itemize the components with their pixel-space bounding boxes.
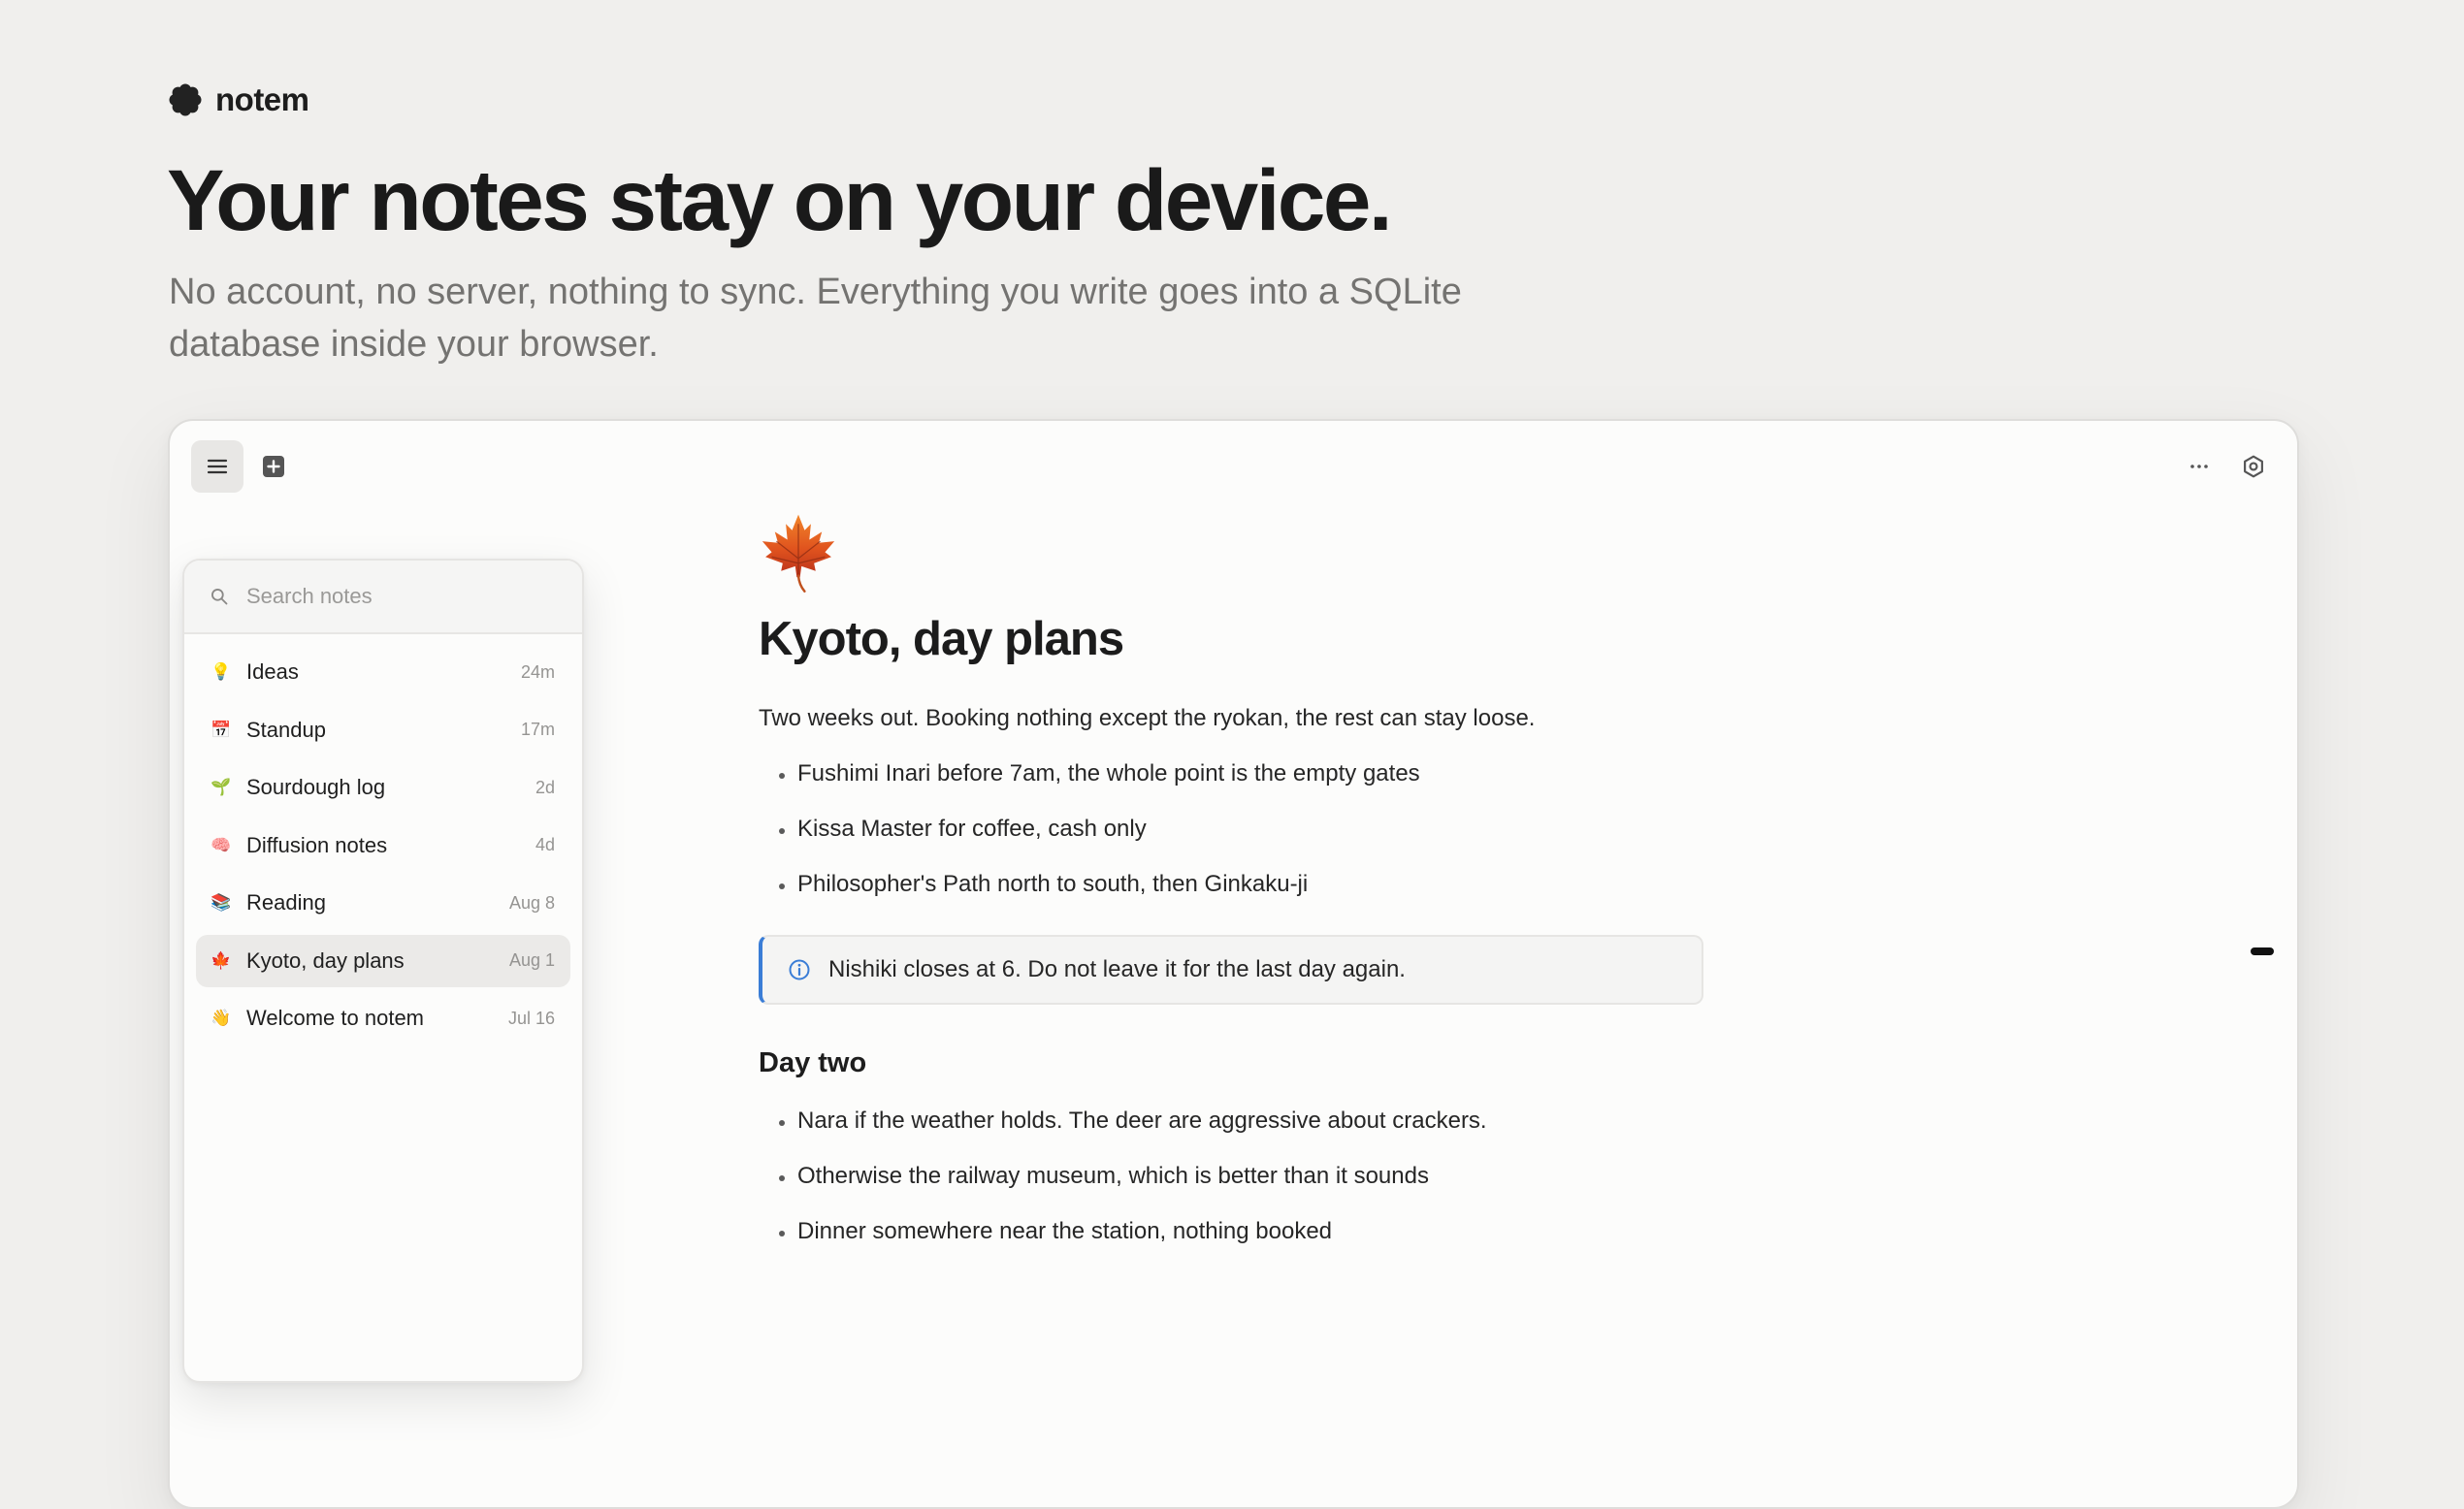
- calendar-icon: 📅: [211, 720, 232, 740]
- note-time: 2d: [535, 777, 555, 797]
- search-bar: [184, 561, 582, 634]
- hero-subtitle: No account, no server, nothing to sync. …: [169, 272, 1462, 365]
- info-callout[interactable]: Nishiki closes at 6. Do not leave it for…: [759, 935, 1703, 1005]
- flower-logo-icon: [169, 83, 202, 116]
- list-item[interactable]: Nara if the weather holds. The deer are …: [759, 1093, 1874, 1148]
- books-icon: 📚: [211, 893, 232, 913]
- note-paragraph[interactable]: Two weeks out. Booking nothing except th…: [759, 705, 1874, 732]
- brand-name: notem: [215, 81, 309, 117]
- note-list: 💡 Ideas 24m 📅 Standup 17m 🌱 Sourdough lo…: [184, 634, 582, 1044]
- info-icon: [789, 959, 810, 980]
- notes-sidebar: 💡 Ideas 24m 📅 Standup 17m 🌱 Sourdough lo…: [182, 559, 584, 1383]
- list-item[interactable]: Philosopher's Path north to south, then …: [759, 856, 1874, 912]
- scroll-indicator[interactable]: [2251, 947, 2274, 955]
- list-item[interactable]: Otherwise the railway museum, which is b…: [759, 1148, 1874, 1204]
- note-title-heading[interactable]: Kyoto, day plans: [759, 612, 1874, 666]
- brand: notem: [169, 81, 309, 118]
- callout-text: Nishiki closes at 6. Do not leave it for…: [828, 956, 1406, 982]
- lightbulb-icon: 💡: [211, 662, 232, 682]
- bullet-list: Fushimi Inari before 7am, the whole poin…: [759, 746, 1874, 912]
- new-note-button[interactable]: [249, 442, 298, 491]
- note-editor[interactable]: Kyoto, day plans Two weeks out. Booking …: [759, 513, 1874, 1259]
- menu-button[interactable]: [191, 440, 243, 493]
- note-time: 4d: [535, 835, 555, 854]
- list-item[interactable]: Kissa Master for coffee, cash only: [759, 801, 1874, 856]
- more-horizontal-icon: [2190, 465, 2208, 468]
- note-title: Standup: [246, 717, 326, 742]
- more-options-button[interactable]: [2175, 442, 2223, 491]
- note-item-reading[interactable]: 📚 Reading Aug 8: [196, 877, 570, 929]
- menu-icon: [207, 459, 228, 474]
- note-item-ideas[interactable]: 💡 Ideas 24m: [196, 646, 570, 698]
- list-item[interactable]: Dinner somewhere near the station, nothi…: [759, 1204, 1874, 1259]
- bullet-list: Nara if the weather holds. The deer are …: [759, 1093, 1874, 1259]
- gear-icon: [2244, 455, 2263, 478]
- note-item-sourdough-log[interactable]: 🌱 Sourdough log 2d: [196, 761, 570, 814]
- note-time: 17m: [520, 720, 555, 739]
- search-icon: [211, 589, 228, 605]
- note-item-diffusion-notes[interactable]: 🧠 Diffusion notes 4d: [196, 819, 570, 872]
- note-item-welcome-to-notem[interactable]: 👋 Welcome to notem Jul 16: [196, 992, 570, 1044]
- maple-leaf-icon: 🍁: [211, 950, 232, 971]
- brain-icon: 🧠: [211, 835, 232, 855]
- note-title: Reading: [246, 890, 326, 915]
- note-title: Diffusion notes: [246, 832, 388, 857]
- search-input[interactable]: [244, 583, 539, 610]
- note-item-kyoto-day-plans[interactable]: 🍁 Kyoto, day plans Aug 1: [196, 934, 570, 987]
- plus-square-icon: [263, 456, 284, 477]
- note-time: Aug 1: [508, 950, 555, 970]
- note-time: Jul 16: [507, 1008, 555, 1028]
- seedling-icon: 🌱: [211, 778, 232, 797]
- app-window: 💡 Ideas 24m 📅 Standup 17m 🌱 Sourdough lo…: [168, 419, 2299, 1509]
- note-time: 24m: [520, 661, 555, 682]
- note-time: Aug 8: [508, 892, 555, 913]
- settings-button[interactable]: [2229, 442, 2278, 491]
- hero-title: Your notes stay on your device.: [167, 151, 1393, 248]
- note-title: Welcome to notem: [246, 1006, 425, 1030]
- maple-leaf-icon[interactable]: [759, 513, 838, 594]
- waving-hand-icon: 👋: [211, 1009, 232, 1028]
- list-item[interactable]: Fushimi Inari before 7am, the whole poin…: [759, 746, 1874, 801]
- note-title: Sourdough log: [246, 775, 386, 799]
- note-item-standup[interactable]: 📅 Standup 17m: [196, 704, 570, 756]
- note-title: Ideas: [246, 659, 299, 684]
- note-title: Kyoto, day plans: [246, 947, 405, 973]
- section-heading[interactable]: Day two: [759, 1047, 1874, 1079]
